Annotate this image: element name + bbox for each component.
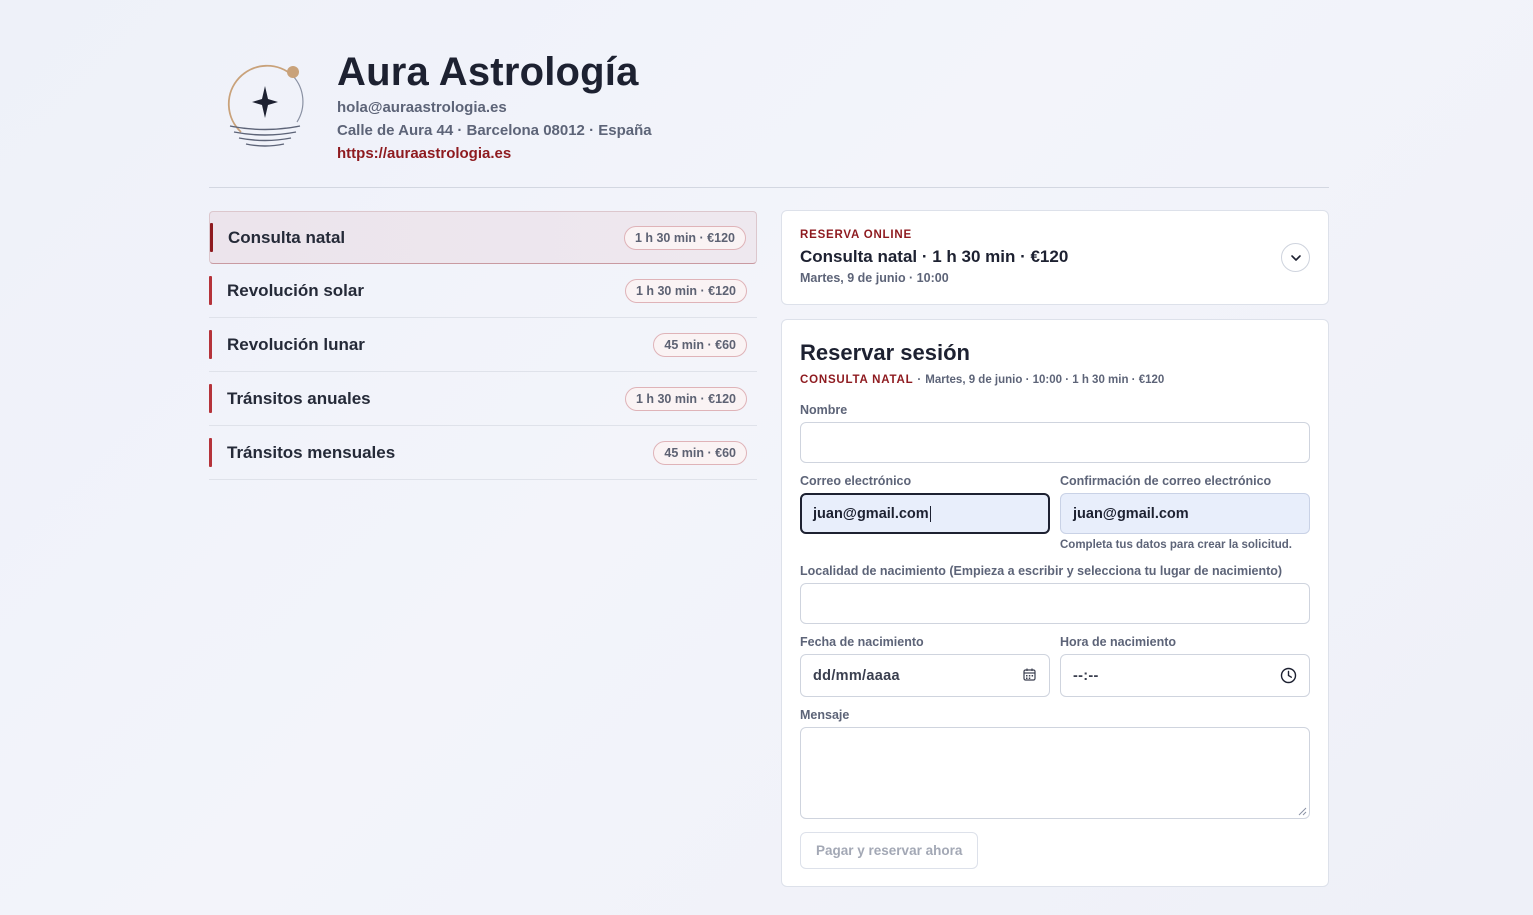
expand-summary-button[interactable] <box>1281 243 1310 272</box>
name-field[interactable] <box>800 422 1310 463</box>
pay-and-book-button[interactable]: Pagar y reservar ahora <box>800 832 979 869</box>
birthdate-field[interactable]: dd/mm/aaaa <box>800 654 1050 697</box>
birthdate-placeholder: dd/mm/aaaa <box>813 667 900 684</box>
email-value: juan@gmail.com <box>813 505 929 522</box>
birthdate-label: Fecha de nacimiento <box>800 635 924 649</box>
chevron-down-icon <box>1290 254 1301 261</box>
brand-address: Calle de Aura 44 · Barcelona 08012 · Esp… <box>337 122 652 139</box>
service-badge: 1 h 30 min · €120 <box>624 278 747 303</box>
service-name: Tránsitos anuales <box>227 388 371 408</box>
service-name: Consulta natal <box>228 227 346 247</box>
text-caret <box>929 505 931 522</box>
brand-email: hola@auraastrologia.es <box>337 99 507 116</box>
service-name: Tránsitos mensuales <box>227 442 396 462</box>
message-textarea[interactable] <box>800 727 1310 819</box>
booking-summary-card: RESERVA ONLINE Consulta natal · 1 h 30 m… <box>781 210 1329 305</box>
meta-details: Martes, 9 de junio · 10:00 · 1 h 30 min … <box>925 374 1165 386</box>
form-title: Reservar sesión <box>800 340 970 365</box>
email-label: Correo electrónico <box>800 474 912 488</box>
service-badge: 45 min · €60 <box>653 332 747 357</box>
summary-title: Consulta natal · 1 h 30 min · €120 <box>800 247 1069 266</box>
calendar-icon[interactable] <box>1022 667 1037 682</box>
service-item-consulta-natal[interactable]: Consulta natal 1 h 30 min · €120 <box>209 211 757 264</box>
email-confirm-value: juan@gmail.com <box>1073 505 1189 522</box>
birthplace-field[interactable] <box>800 583 1310 624</box>
service-item-revolucion-solar[interactable]: Revolución solar 1 h 30 min · €120 <box>209 264 757 318</box>
form-meta: CONSULTA NATAL · Martes, 9 de junio · 10:0… <box>800 374 1164 386</box>
birthtime-field[interactable]: --:-- <box>1060 654 1310 697</box>
brand-title: Aura Astrología <box>337 50 639 94</box>
resize-handle-icon[interactable] <box>1298 807 1307 816</box>
name-label: Nombre <box>800 403 848 417</box>
brand-info: Aura Astrología hola@auraastrologia.es C… <box>337 48 652 165</box>
meta-separator: · <box>917 374 922 386</box>
service-badge: 1 h 30 min · €120 <box>624 386 747 411</box>
service-badge: 45 min · €60 <box>653 440 747 465</box>
service-name: Revolución lunar <box>227 334 365 354</box>
service-item-transitos-mensuales[interactable]: Tránsitos mensuales 45 min · €60 <box>209 426 757 480</box>
birthtime-label: Hora de nacimiento <box>1060 635 1176 649</box>
service-item-transitos-anuales[interactable]: Tránsitos anuales 1 h 30 min · €120 <box>209 372 757 426</box>
clock-icon[interactable] <box>1280 667 1297 684</box>
brand-website-link[interactable]: https://auraastrologia.es <box>337 142 652 165</box>
booking-form-card: Reservar sesión CONSULTA NATAL · Martes, 9… <box>781 319 1329 887</box>
services-list: Consulta natal 1 h 30 min · €120 Revoluc… <box>209 211 757 480</box>
summary-datetime: Martes, 9 de junio · 10:00 <box>800 271 949 285</box>
service-badge: 1 h 30 min · €120 <box>623 225 746 250</box>
email-confirm-label: Confirmación de correo electrónico <box>1060 474 1272 488</box>
message-label: Mensaje <box>800 708 850 722</box>
site-header: Aura Astrología hola@auraastrologia.es C… <box>209 40 1329 188</box>
brand-logo <box>223 58 309 154</box>
meta-service: CONSULTA NATAL <box>800 374 914 386</box>
birthtime-placeholder: --:-- <box>1073 667 1099 684</box>
service-item-revolucion-lunar[interactable]: Revolución lunar 45 min · €60 <box>209 318 757 372</box>
email-confirm-field[interactable]: juan@gmail.com <box>1060 493 1310 534</box>
birthplace-label: Localidad de nacimiento (Empieza a escri… <box>800 564 1283 578</box>
summary-eyebrow: RESERVA ONLINE <box>800 229 912 241</box>
email-field[interactable]: juan@gmail.com <box>800 493 1050 534</box>
service-name: Revolución solar <box>227 280 364 300</box>
form-hint: Completa tus datos para crear la solicit… <box>1060 539 1292 551</box>
